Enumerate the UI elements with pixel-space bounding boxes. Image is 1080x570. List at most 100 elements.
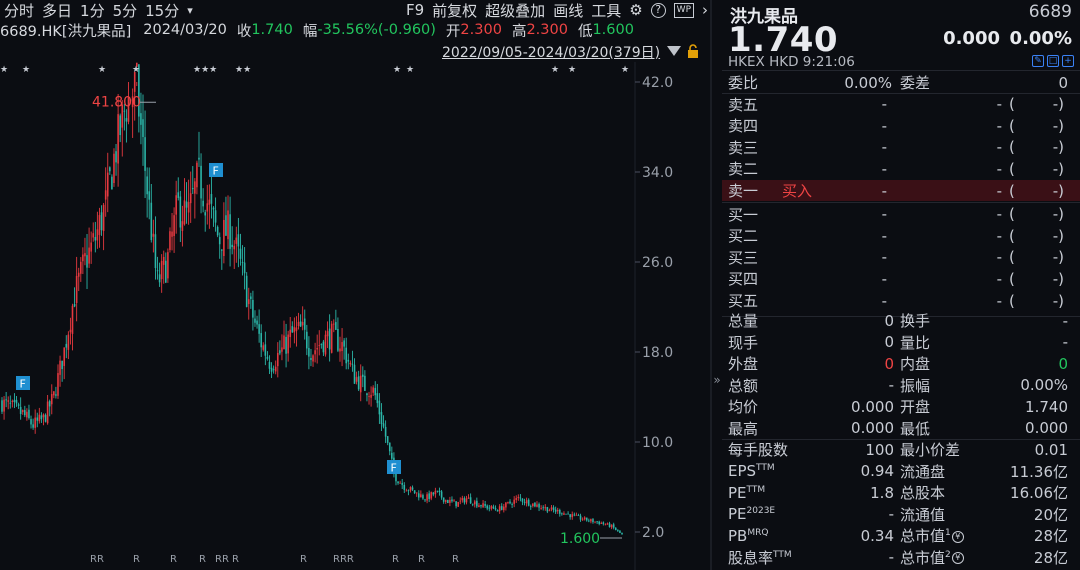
candle-body: [490, 505, 493, 509]
candle-body: [621, 532, 623, 535]
candle-body: [436, 490, 439, 492]
candle-body: [270, 367, 273, 372]
candle-body: [353, 364, 356, 384]
chevron-right-icon[interactable]: ›: [702, 1, 708, 19]
candle-body: [194, 181, 196, 194]
candle-body: [415, 492, 418, 494]
bid-label: 买一: [728, 205, 759, 224]
lock-icon[interactable]: [687, 44, 699, 58]
period-range[interactable]: 2022/09/05-2024/03/20(379日): [442, 42, 660, 62]
collapse-panel-icon[interactable]: »: [712, 370, 722, 390]
candle-body: [117, 114, 119, 164]
candle-body: [262, 345, 265, 350]
candle-body: [565, 513, 567, 515]
period-dropdown-icon[interactable]: [667, 46, 681, 56]
tab-5min[interactable]: 5分: [109, 0, 142, 21]
candlestick-chart[interactable]: 42.034.026.018.010.02.041.8001.600FFF★ ★ ★…: [0, 62, 712, 570]
candle-body: [573, 514, 576, 516]
stock-code: 6689: [1028, 2, 1072, 22]
y-tick-label: 42.0: [642, 75, 673, 91]
tools-button[interactable]: 工具: [591, 0, 621, 21]
draw-button[interactable]: 画线: [553, 0, 583, 21]
candle-body: [376, 393, 379, 404]
candle-body: [444, 500, 447, 502]
candle-body: [359, 375, 362, 393]
candle-body: [364, 375, 366, 391]
tab-1min[interactable]: 1分: [76, 0, 109, 21]
wp-icon[interactable]: WP: [673, 2, 694, 18]
adjust-button[interactable]: 前复权: [432, 0, 477, 21]
candle-body: [11, 400, 14, 403]
period-dropdown-icon[interactable]: ▾: [183, 4, 197, 17]
candle-body: [343, 340, 345, 347]
candle-body: [517, 496, 520, 498]
candle-body: [335, 322, 337, 330]
candle-body: [196, 162, 198, 188]
stat-value: -: [888, 376, 894, 394]
candle-body: [550, 507, 553, 510]
candle-body: [366, 393, 368, 396]
stat-label: 最高: [728, 419, 759, 438]
edit-icon[interactable]: ✎: [1032, 55, 1044, 67]
candle-body: [237, 234, 240, 247]
stat-value: 0.34: [860, 526, 894, 545]
candle-body: [3, 399, 5, 412]
candle-body: [577, 515, 580, 516]
candle-body: [109, 167, 111, 172]
ask-price: -: [881, 116, 887, 135]
candle-body: [614, 527, 617, 531]
ask-count: -): [1052, 181, 1064, 200]
candle-body: [420, 494, 422, 498]
candle-body: [252, 299, 254, 318]
gear-icon[interactable]: ⚙: [629, 1, 642, 19]
candle-body: [384, 426, 387, 437]
candle-body: [606, 523, 609, 525]
candle-body: [171, 231, 173, 237]
candle-body: [380, 412, 383, 425]
candle-body: [422, 495, 424, 499]
overlay-button[interactable]: 超级叠加: [485, 0, 545, 21]
candle-body: [34, 417, 36, 428]
candle-body: [521, 498, 524, 502]
candle-body: [295, 327, 298, 331]
window-icon[interactable]: □: [1047, 55, 1059, 67]
candle-body: [202, 200, 204, 207]
stat-label: 外盘: [728, 355, 759, 373]
ask-count: -): [1052, 95, 1064, 114]
candle-body: [86, 255, 88, 268]
tab-intraday[interactable]: 分时: [0, 0, 38, 21]
buy-button[interactable]: 买入: [782, 180, 812, 201]
candle-body: [179, 196, 182, 228]
star-marker: ★★: [235, 65, 251, 75]
candle-body: [88, 247, 90, 264]
candle-body: [515, 497, 518, 500]
candle-body: [77, 272, 80, 277]
panel-divider[interactable]: [710, 0, 712, 570]
candle-body: [206, 203, 209, 212]
ask-volume: -: [996, 159, 1002, 178]
candle-body: [223, 219, 225, 257]
f9-button[interactable]: F9: [406, 1, 424, 19]
stat-value: 0.000: [851, 397, 894, 416]
candle-body: [173, 215, 175, 236]
stat-value: -: [888, 505, 894, 523]
candle-body: [152, 233, 155, 237]
help-icon[interactable]: ?: [650, 2, 666, 18]
tab-multi-day[interactable]: 多日: [38, 0, 76, 21]
stat-value: -: [888, 548, 894, 566]
ask-count: -): [1052, 159, 1064, 178]
toolbar-right: F9 前复权 超级叠加 画线 工具 ⚙ ? WP ›: [398, 0, 712, 20]
candle-body: [13, 399, 16, 403]
ask-volume: -: [996, 138, 1002, 157]
candle-body: [457, 501, 459, 507]
candle-body: [509, 501, 511, 504]
candle-body: [241, 262, 244, 264]
candle-body: [413, 490, 416, 494]
stat-value: 0.01: [1034, 440, 1068, 459]
add-icon[interactable]: +: [1062, 55, 1074, 67]
candle-body: [100, 212, 103, 231]
stat-label: PBMRQ: [728, 526, 769, 545]
tab-15min[interactable]: 15分: [141, 0, 183, 21]
candle-body: [94, 237, 97, 241]
candle-body: [254, 318, 256, 323]
